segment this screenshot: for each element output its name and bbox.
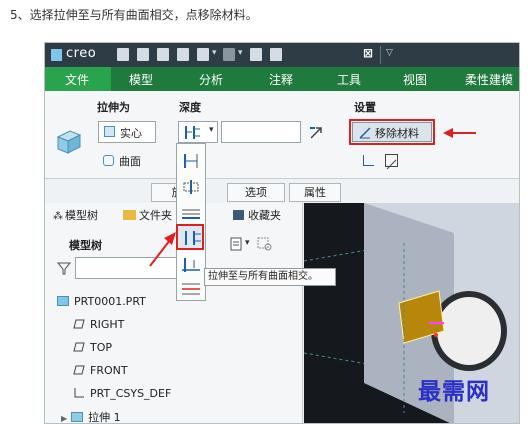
remove-material-icon [359,127,371,139]
to-next-icon[interactable] [180,204,202,222]
undo-dropdown-icon[interactable]: ▾ [212,48,217,58]
tree-settings-icon[interactable] [229,237,243,251]
datum-plane-icon [73,342,85,352]
filter-icon[interactable] [57,261,71,275]
pointer-arrow-through-all [149,232,176,267]
show-items-icon[interactable] [257,237,273,251]
depth-label: 深度 [179,101,201,114]
tab-view[interactable]: 视图 [403,71,427,88]
remove-material-label: 移除材料 [375,127,419,140]
creo-logo-icon [51,49,62,61]
ribbon-tabs: 文件 模型 分析 注释 工具 视图 柔性建模 [45,67,519,91]
through-all-icon [185,126,200,139]
tooltip: 拉伸至与所有曲面相交。 [204,268,336,286]
model-tree-icon: ⁂ [53,211,63,222]
customize-toolbar-icon[interactable]: ▽ [386,48,393,58]
tab-tools[interactable]: 工具 [337,71,361,88]
through-until-icon[interactable] [180,256,202,274]
datum-plane-icon [73,319,85,329]
tree-item-right[interactable]: RIGHT [73,318,124,331]
thicken-icon[interactable] [363,155,374,166]
surface-icon [103,155,114,166]
dashboard-tabs: 放 选项 属性 [45,181,519,203]
folder-icon[interactable] [157,48,169,61]
extrude-as-label: 拉伸为 [97,101,130,114]
depth-value-input[interactable] [221,121,301,143]
expand-icon[interactable]: ▶ [61,414,67,423]
redo-dropdown-icon[interactable]: ▾ [238,48,243,58]
extrude-feature-icon [56,130,82,154]
surface-label: 曲面 [119,155,141,168]
undo-icon[interactable] [197,48,209,61]
regenerate-icon[interactable] [250,48,262,61]
tab-properties[interactable]: 属性 [289,183,341,202]
tab-file[interactable]: 文件 [65,71,89,88]
favorites-icon [233,210,244,220]
folder-icon [123,210,136,220]
save-icon[interactable] [177,48,189,61]
tab-flexible-modeling[interactable]: 柔性建模 [465,71,513,88]
new-file-icon[interactable] [117,48,129,61]
depth-type-dropdown[interactable]: ▾ [178,121,218,143]
tab-annotate[interactable]: 注释 [269,71,293,88]
tab-model-tree[interactable]: ⁂ 模型树 [53,207,98,223]
tab-folders[interactable]: 文件夹 [123,207,172,223]
windows-icon[interactable] [270,48,282,61]
flip-direction-icon[interactable] [308,125,324,141]
datum-plane-icon [73,365,85,375]
app-title: creo [66,46,97,61]
remove-material-button[interactable]: 移除材料 [352,122,432,142]
pointer-arrow-remove [443,128,476,138]
through-all-selected-icon[interactable] [181,229,203,247]
taper-icon[interactable] [385,154,398,170]
surface-option[interactable]: 曲面 [103,153,141,169]
title-bar: creo ▾ ▾ ⊠ ▽ [45,43,519,67]
blind-depth-icon[interactable] [180,152,202,170]
tab-options[interactable]: 选项 [227,183,285,202]
creo-window: creo ▾ ▾ ⊠ ▽ 文件 模型 分析 注释 工具 视图 柔性建模 拉伸为 … [44,42,520,424]
tab-model[interactable]: 模型 [129,71,153,88]
open-file-icon[interactable] [137,48,149,61]
solid-icon [104,126,115,137]
depth-options-menu [176,143,206,301]
extrude-icon [71,412,84,422]
toolbar-divider [380,46,381,64]
tree-item-csys[interactable]: PRT_CSYS_DEF [73,387,171,400]
model-tree-title: 模型树 [69,239,102,252]
solid-button[interactable]: 实心 [98,121,156,143]
chevron-down-icon: ▾ [209,125,214,135]
close-window-icon[interactable]: ⊠ [363,46,373,60]
solid-label: 实心 [120,127,142,140]
redo-icon[interactable] [223,48,235,61]
tab-analysis[interactable]: 分析 [199,71,223,88]
to-selected-icon[interactable] [180,280,202,298]
tree-item-front[interactable]: FRONT [73,364,128,377]
coordinate-system-icon [73,388,85,398]
instruction-text: 5、选择拉伸至与所有曲面相交，点移除材料。 [10,8,258,22]
tree-item-part[interactable]: PRT0001.PRT [57,295,146,308]
tree-item-top[interactable]: TOP [73,341,112,354]
tab-favorites[interactable]: 收藏夹 [233,207,281,223]
part-icon [57,296,69,306]
watermark-text: 最需网 [418,378,490,405]
symmetric-depth-icon[interactable] [180,178,202,196]
settings-label: 设置 [354,101,376,114]
tree-item-extrude[interactable]: ▶ 拉伸 1 [61,409,121,423]
tree-settings-dropdown-icon[interactable]: ▾ [245,238,250,248]
